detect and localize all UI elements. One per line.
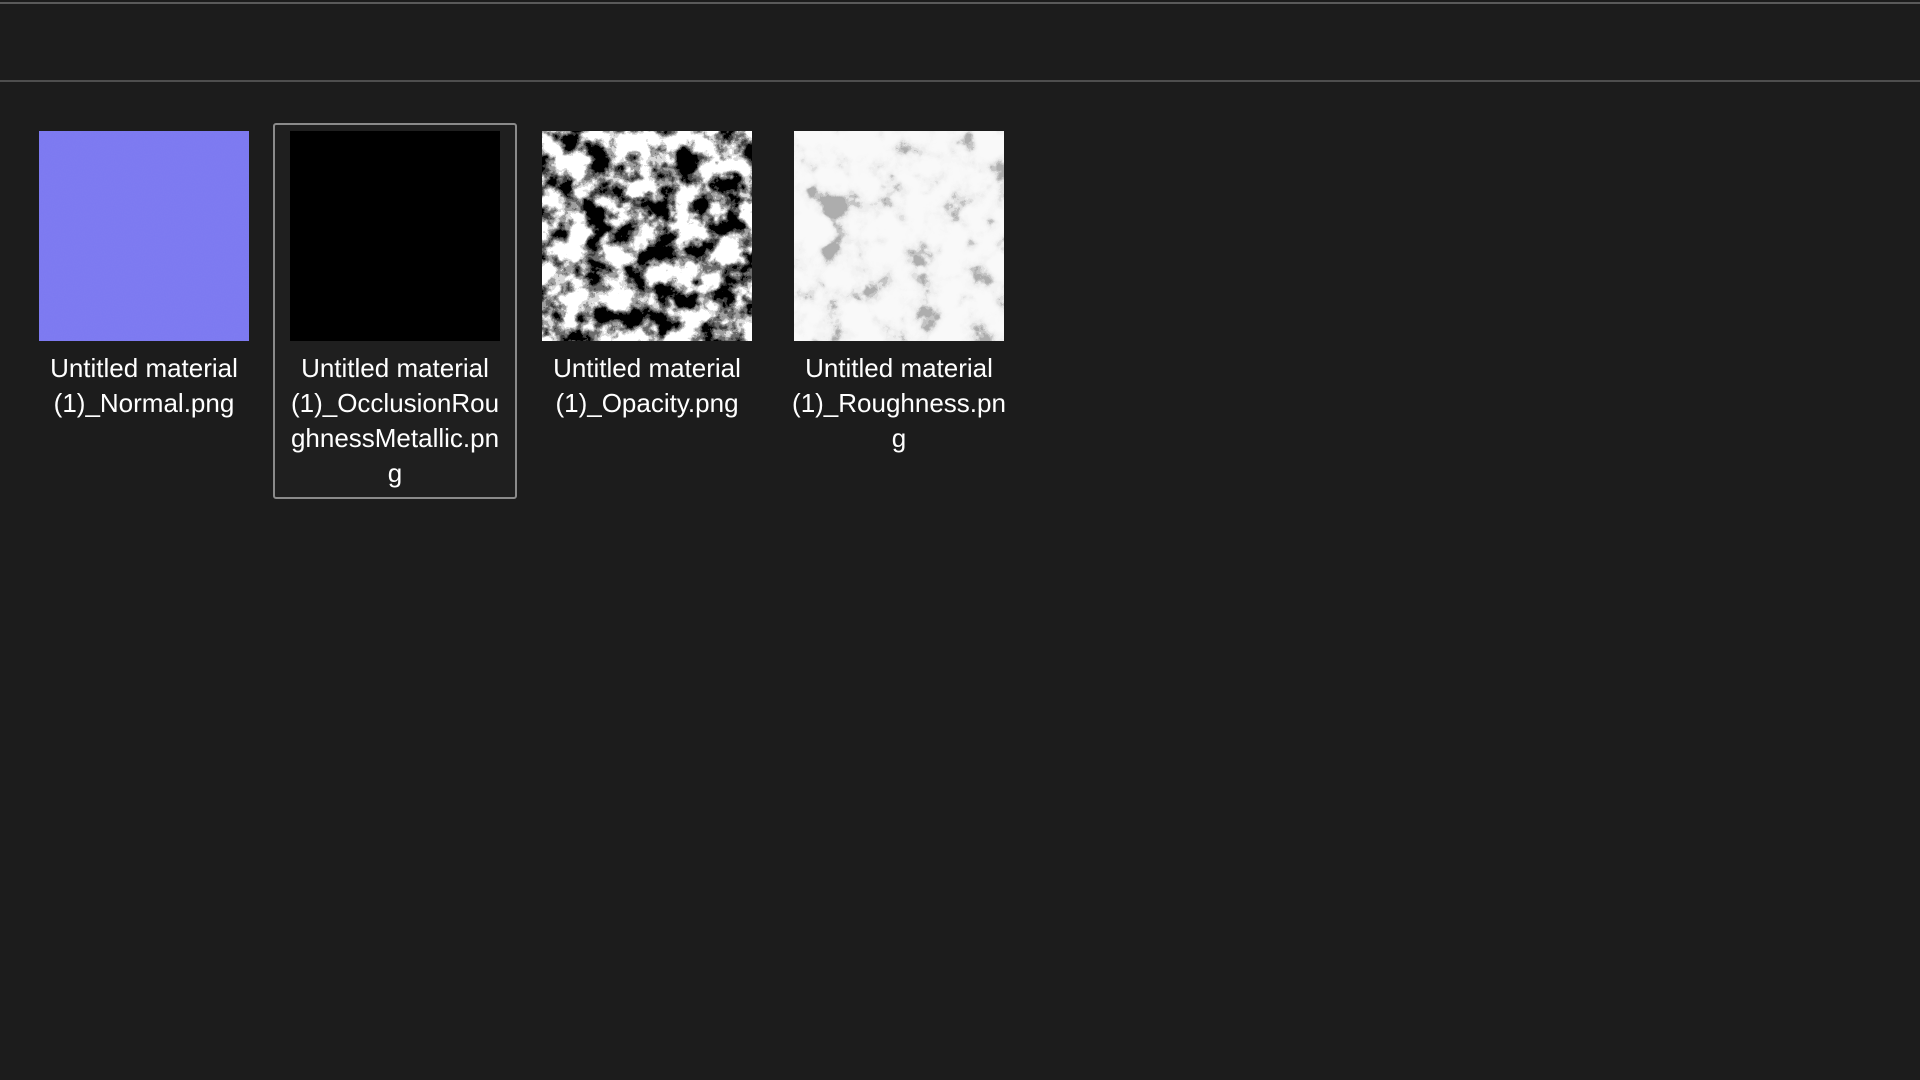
occlusion-roughness-metallic-thumbnail-icon <box>290 131 500 341</box>
command-bar <box>0 4 1920 82</box>
file-item-normal[interactable]: Untitled material (1)_Normal.png <box>22 123 266 429</box>
file-list-view[interactable]: Untitled material (1)_Normal.png Untitle… <box>0 82 1920 1080</box>
file-explorer-window: Untitled material (1)_Normal.png Untitle… <box>0 0 1920 1080</box>
roughness-map-thumbnail-icon <box>794 131 1004 341</box>
normal-map-thumbnail-icon <box>39 131 249 341</box>
file-name-label: Untitled material (1)_OcclusionRoughness… <box>290 353 500 488</box>
file-name-label: Untitled material (1)_Roughness.png <box>792 353 1006 453</box>
file-item-opacity[interactable]: Untitled material (1)_Opacity.png <box>525 123 769 429</box>
file-name-label: Untitled material (1)_Normal.png <box>50 353 238 418</box>
file-item-roughness[interactable]: Untitled material (1)_Roughness.png <box>777 123 1021 464</box>
file-name-label: Untitled material (1)_Opacity.png <box>553 353 741 418</box>
opacity-map-thumbnail-icon <box>542 131 752 341</box>
file-item-occlusion-roughness-metallic[interactable]: Untitled material (1)_OcclusionRoughness… <box>273 123 517 499</box>
